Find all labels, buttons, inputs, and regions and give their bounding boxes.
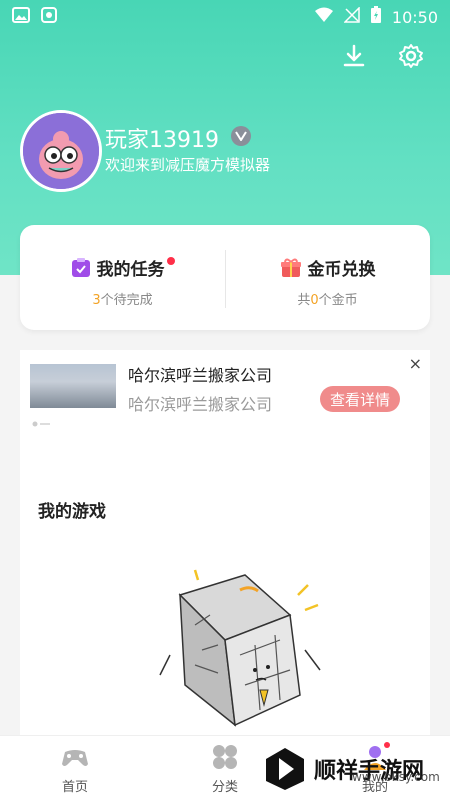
- coin-exchange-title: 金币兑换: [307, 260, 376, 280]
- battery-charging-icon: [370, 6, 382, 28]
- download-icon: [341, 43, 367, 73]
- username: 玩家13919: [105, 128, 219, 153]
- empty-state-cube-illustration: [140, 555, 330, 735]
- gear-icon: [398, 43, 424, 73]
- coin-count: 0: [310, 293, 319, 308]
- wifi-icon: [314, 7, 334, 27]
- tab-home[interactable]: 首页: [0, 736, 150, 801]
- watermark-logo-icon: [262, 746, 308, 792]
- clock-time: 10:50: [391, 7, 438, 27]
- ad-close-icon[interactable]: ×: [409, 354, 422, 373]
- tasks-coins-card: 我的任务 3个待完成 金币兑换 共0个金币: [20, 225, 430, 330]
- ad-subtitle: 哈尔滨呼兰搬家公司: [128, 395, 273, 414]
- watermark-url: www.bksy.com: [352, 770, 440, 784]
- tab-home-label: 首页: [61, 780, 88, 795]
- my-games-heading: 我的游戏: [38, 502, 106, 522]
- app-notification-icon: [40, 6, 58, 28]
- image-icon: [12, 7, 30, 27]
- my-tasks-title: 我的任务: [96, 260, 165, 280]
- ad-image: [30, 364, 116, 408]
- ad-mark-icon: [32, 420, 52, 431]
- pending-suffix: 个待完成: [100, 293, 153, 308]
- welcome-text: 欢迎来到减压魔方模拟器: [105, 156, 271, 174]
- download-button[interactable]: [338, 42, 370, 74]
- coin-prefix: 共: [297, 293, 311, 308]
- coin-exchange-entry[interactable]: 金币兑换 共0个金币: [225, 225, 430, 330]
- gamepad-icon: [60, 742, 90, 772]
- status-bar: 10:50: [0, 0, 450, 32]
- my-tasks-entry[interactable]: 我的任务 3个待完成: [20, 225, 225, 330]
- pending-count: 3: [92, 293, 101, 308]
- site-watermark: 顺祥手游网 www.bksy.com: [262, 742, 450, 796]
- gift-icon: [280, 258, 302, 283]
- coin-suffix: 个金币: [318, 293, 358, 308]
- notification-dot: [166, 257, 175, 265]
- avatar[interactable]: [20, 110, 102, 192]
- vip-badge-icon[interactable]: [231, 126, 251, 146]
- grid-icon: [210, 742, 240, 772]
- task-icon: [71, 258, 91, 283]
- signal-off-icon: [343, 6, 360, 27]
- my-games-section: 我的游戏: [20, 435, 430, 735]
- settings-button[interactable]: [395, 42, 427, 74]
- ad-cta-button[interactable]: 查看详情: [320, 386, 400, 412]
- ad-banner[interactable]: 哈尔滨呼兰搬家公司 哈尔滨呼兰搬家公司 查看详情 ×: [20, 350, 430, 435]
- ad-title: 哈尔滨呼兰搬家公司: [128, 366, 273, 385]
